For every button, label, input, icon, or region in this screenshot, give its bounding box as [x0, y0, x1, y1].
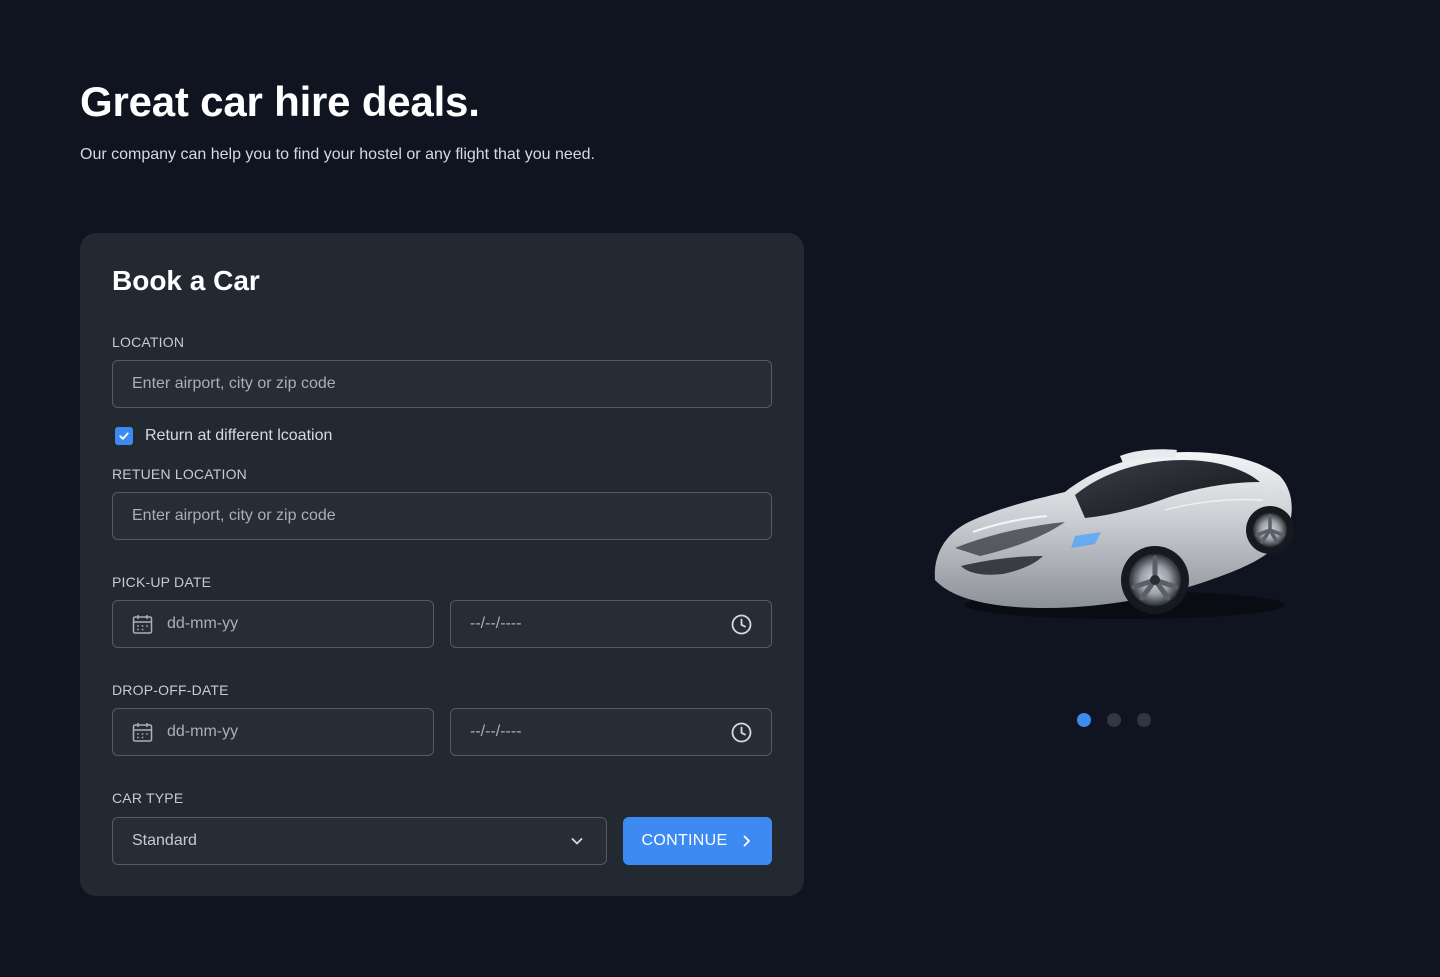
booking-card: Book a Car LOCATION Return at different …: [80, 233, 804, 896]
car-type-select[interactable]: Standard: [112, 817, 607, 865]
calendar-icon: [132, 722, 153, 743]
carousel-dots: [1077, 713, 1151, 727]
continue-button-label: CONTINUE: [641, 832, 728, 849]
location-input[interactable]: [132, 375, 752, 393]
check-icon: [119, 432, 129, 440]
pickup-date-label: PICK-UP DATE: [112, 574, 212, 590]
clock-icon: [731, 722, 752, 743]
dropoff-time-placeholder: --/--/----: [470, 723, 522, 740]
continue-button[interactable]: CONTINUE: [623, 817, 772, 865]
car-type-label: CAR TYPE: [112, 790, 184, 806]
booking-card-title: Book a Car: [112, 265, 260, 296]
pickup-time-field[interactable]: --/--/----: [450, 600, 772, 648]
dropoff-date-label: DROP-OFF-DATE: [112, 682, 229, 698]
return-location-input[interactable]: [132, 507, 752, 525]
chevron-right-icon: [741, 834, 753, 848]
dropoff-time-field[interactable]: --/--/----: [450, 708, 772, 756]
dropoff-date-field[interactable]: dd-mm-yy: [112, 708, 434, 756]
chevron-down-icon: [570, 834, 584, 848]
return-different-location-label: Return at different lcoation: [145, 427, 333, 444]
dropoff-date-placeholder: dd-mm-yy: [167, 723, 239, 740]
pickup-date-placeholder: dd-mm-yy: [167, 615, 239, 632]
calendar-icon: [132, 614, 153, 635]
car-type-selected-value: Standard: [132, 832, 197, 849]
page-subtitle: Our company can help you to find your ho…: [80, 146, 595, 163]
return-different-location-checkbox[interactable]: [115, 427, 133, 445]
carousel-dot[interactable]: [1077, 713, 1091, 727]
carousel-dot[interactable]: [1137, 713, 1151, 727]
page-title: Great car hire deals.: [80, 78, 480, 125]
return-location-field: [112, 492, 772, 540]
location-field: [112, 360, 772, 408]
car-image: [925, 440, 1305, 630]
location-label: LOCATION: [112, 334, 185, 350]
carousel-dot[interactable]: [1107, 713, 1121, 727]
return-different-location-row[interactable]: Return at different lcoation: [115, 427, 332, 445]
pickup-date-field[interactable]: dd-mm-yy: [112, 600, 434, 648]
return-location-label: RETUEN LOCATION: [112, 466, 247, 482]
clock-icon: [731, 614, 752, 635]
pickup-time-placeholder: --/--/----: [470, 615, 522, 632]
